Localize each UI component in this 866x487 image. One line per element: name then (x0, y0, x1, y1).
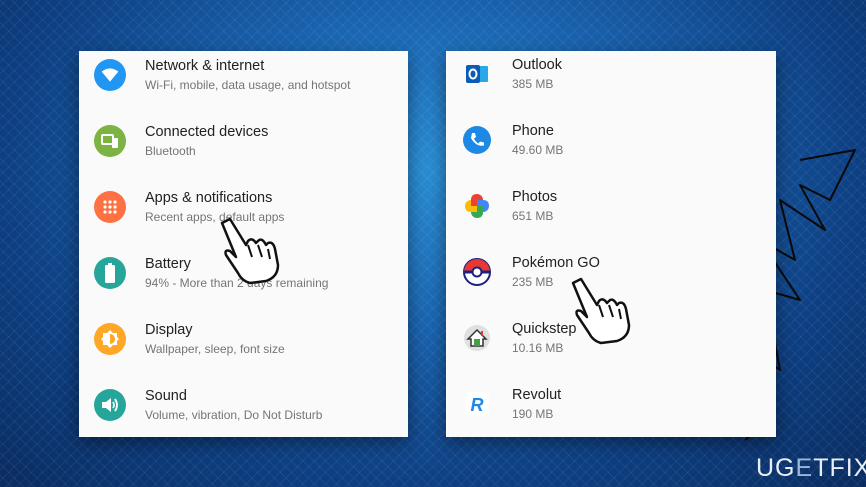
app-size: 10.16 MB (512, 341, 564, 355)
settings-item-battery[interactable]: Battery 94% - More than 2 days remaining (79, 249, 408, 315)
outlook-icon (462, 59, 492, 89)
app-name: Photos (512, 189, 558, 205)
battery-icon (94, 257, 126, 289)
ugetfix-logo: UGETFIX (756, 454, 866, 483)
volume-icon (94, 389, 126, 421)
app-item-phone[interactable]: Phone 49.60 MB (446, 117, 776, 183)
app-name: Phone (512, 123, 554, 139)
settings-item-display[interactable]: Display Wallpaper, sleep, font size (79, 315, 408, 381)
logo-text-part2: E (795, 454, 814, 482)
settings-item-title: Sound (145, 388, 187, 404)
app-item-quickstep[interactable]: Quickstep 10.16 MB (446, 315, 776, 381)
logo-text-part3: TFIX (813, 454, 866, 482)
apps-list-panel: Outlook 385 MB Phone 49.60 MB Photos 651… (446, 51, 776, 437)
settings-item-subtitle: Bluetooth (145, 144, 196, 158)
revolut-icon: R (462, 389, 492, 419)
app-size: 651 MB (512, 209, 554, 223)
settings-panel: Network & internet Wi-Fi, mobile, data u… (79, 51, 408, 437)
settings-item-subtitle: Wallpaper, sleep, font size (145, 342, 285, 356)
app-name: Outlook (512, 57, 562, 73)
app-size: 49.60 MB (512, 143, 564, 157)
settings-item-sound[interactable]: Sound Volume, vibration, Do Not Disturb (79, 381, 408, 437)
pokeball-icon (462, 257, 492, 287)
app-name: Pokémon GO (512, 255, 600, 271)
settings-item-connected-devices[interactable]: Connected devices Bluetooth (79, 117, 408, 183)
wifi-icon (94, 59, 126, 91)
home-icon (462, 323, 492, 353)
logo-text-part1: UG (756, 454, 796, 482)
app-item-outlook[interactable]: Outlook 385 MB (446, 51, 776, 117)
settings-item-subtitle: 94% - More than 2 days remaining (145, 276, 329, 290)
settings-item-title: Connected devices (145, 124, 269, 140)
app-size: 190 MB (512, 407, 554, 421)
app-item-photos[interactable]: Photos 651 MB (446, 183, 776, 249)
app-size: 385 MB (512, 77, 554, 91)
phone-icon (462, 125, 492, 155)
settings-item-subtitle: Recent apps, default apps (145, 210, 285, 224)
settings-item-title: Battery (145, 256, 191, 272)
settings-item-title: Network & internet (145, 58, 265, 74)
brightness-icon (94, 323, 126, 355)
svg-text:R: R (471, 395, 484, 415)
app-item-revolut[interactable]: R Revolut 190 MB (446, 381, 776, 437)
settings-item-title: Apps & notifications (145, 190, 273, 206)
app-name: Quickstep (512, 321, 577, 337)
settings-item-apps-notifications[interactable]: Apps & notifications Recent apps, defaul… (79, 183, 408, 249)
settings-item-subtitle: Volume, vibration, Do Not Disturb (145, 408, 323, 422)
settings-item-subtitle: Wi-Fi, mobile, data usage, and hotspot (145, 78, 351, 92)
photos-icon (462, 191, 492, 221)
app-name: Revolut (512, 387, 562, 403)
app-item-pokemon-go[interactable]: Pokémon GO 235 MB (446, 249, 776, 315)
devices-icon (94, 125, 126, 157)
apps-icon (94, 191, 126, 223)
settings-item-network[interactable]: Network & internet Wi-Fi, mobile, data u… (79, 51, 408, 117)
settings-item-title: Display (145, 322, 193, 338)
app-size: 235 MB (512, 275, 554, 289)
